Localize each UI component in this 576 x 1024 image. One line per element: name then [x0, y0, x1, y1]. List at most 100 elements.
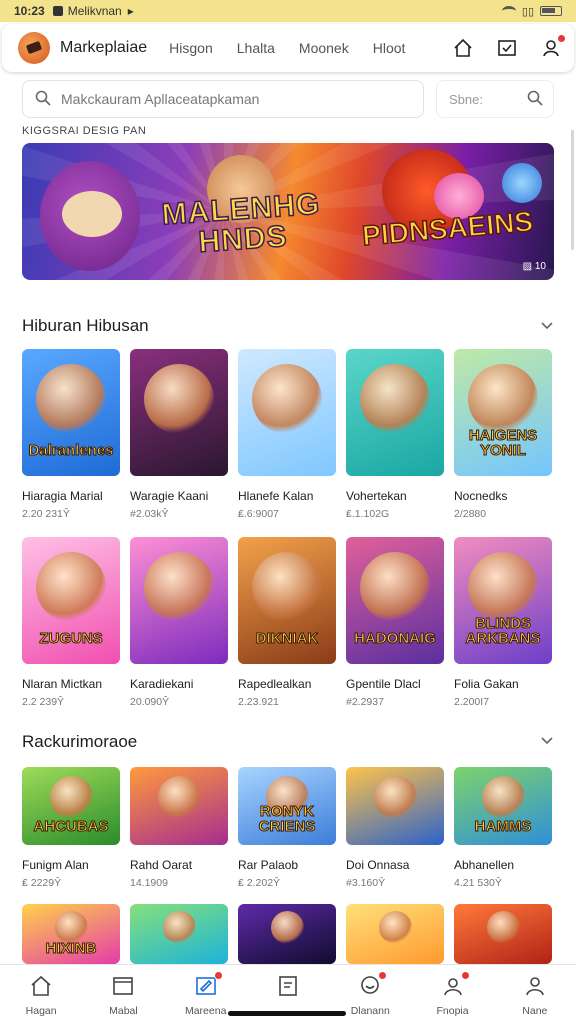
search-icon[interactable]: [527, 90, 543, 109]
search-input[interactable]: Makckauram Apllaceatapkaman: [22, 80, 424, 118]
app-logo[interactable]: [18, 32, 50, 64]
game-thumbnail[interactable]: [238, 904, 336, 964]
game-thumbnail[interactable]: Dalranlenes: [22, 349, 120, 476]
game-thumbnail[interactable]: [130, 767, 228, 845]
game-character-art: [252, 364, 322, 434]
game-thumbnail[interactable]: HAMMS: [454, 767, 552, 845]
game-name: Hlanefe Kalan: [238, 489, 314, 503]
game-character-art: [271, 911, 304, 944]
bottom-nav-item-mabal[interactable]: Mabal: [82, 965, 164, 1024]
nav-link-4[interactable]: Hloot: [373, 40, 406, 56]
game-card[interactable]: Doi Onnasa #3.160Ŷ: [346, 767, 444, 889]
game-meta: #2.2937: [346, 696, 384, 708]
game-thumbnail[interactable]: RONYK CRIENS: [238, 767, 336, 845]
game-character-art: [252, 552, 322, 622]
chevron-down-icon[interactable]: [540, 733, 554, 747]
game-card[interactable]: HADONAIG Gpentile Dlacl #2.2937: [346, 537, 444, 708]
game-thumbnail[interactable]: BLINDS ARKBANS: [454, 537, 552, 664]
game-thumbnail[interactable]: ZUGUNS: [22, 537, 120, 664]
game-card[interactable]: Karadiekani 20.090Ŷ: [130, 537, 228, 708]
game-thumbnail[interactable]: [130, 904, 228, 964]
game-card[interactable]: Vohertekan ₤.1.102G: [346, 349, 444, 520]
game-name: Gpentile Dlacl: [346, 677, 421, 691]
game-card[interactable]: HAMMS Abhanellen 4.21 530Ŷ: [454, 767, 552, 889]
chat-icon: [357, 971, 388, 999]
game-thumbnail[interactable]: HADONAIG: [346, 537, 444, 664]
game-thumbnail-title: AHCUBAS: [33, 818, 109, 835]
game-thumbnail[interactable]: [454, 904, 552, 964]
bottom-nav-item-hagan[interactable]: Hagan: [0, 965, 82, 1024]
featured-banner[interactable]: MALENHG HNDS PIDNSAEINS ▨ 10: [22, 143, 554, 280]
game-card[interactable]: ZUGUNS Nlaran Mictkan 2.2 239Ŷ: [22, 537, 120, 708]
game-name: Hiaragia Marial: [22, 489, 103, 503]
game-character-art: [360, 552, 430, 622]
bottom-nav-item-nane[interactable]: Nane: [494, 965, 576, 1024]
game-card[interactable]: DIKNIAK Rapedlealkan 2.23.921: [238, 537, 336, 708]
game-name: Rapedlealkan: [238, 677, 312, 691]
nav-link-1[interactable]: Hisgon: [169, 40, 213, 56]
nav-link-2[interactable]: Lhalta: [237, 40, 275, 56]
game-thumbnail-title: ZUGUNS: [39, 630, 103, 647]
game-thumbnail[interactable]: [346, 904, 444, 964]
game-card[interactable]: Rahd Oarat 14.1909: [130, 767, 228, 889]
game-meta: 20.090Ŷ: [130, 696, 170, 708]
game-thumbnail[interactable]: [346, 349, 444, 476]
game-name: Nlaran Mictkan: [22, 677, 103, 691]
game-character-art: [468, 364, 538, 434]
nav-link-3[interactable]: Moonek: [299, 40, 349, 56]
status-app-name: Melikvnan: [67, 4, 122, 18]
game-card[interactable]: Waragie Kaani #2.03kŶ: [130, 349, 228, 520]
game-meta: 2/2880: [454, 508, 487, 520]
game-card[interactable]: AHCUBAS Funigm Alan ₤ 2229Ŷ: [22, 767, 120, 889]
game-card[interactable]: Dalranlenes Hiaragia Marial 2.20 231Ŷ: [22, 349, 120, 520]
home-icon[interactable]: [452, 37, 474, 59]
game-thumbnail-title: HIXINB: [45, 940, 97, 957]
top-header: Markeplaiae Hisgon Lhalta Moonek Hloot: [2, 24, 574, 72]
home-indicator[interactable]: [228, 1011, 346, 1016]
game-grid-row-2: ZUGUNS Nlaran Mictkan 2.2 239Ŷ Karadiekani 2…: [22, 537, 554, 708]
notification-app-icon: [52, 6, 63, 16]
game-card[interactable]: BLINDS ARKBANS Folia Gakan 2.200I7: [454, 537, 552, 708]
game-thumbnail[interactable]: AHCUBAS: [22, 767, 120, 845]
game-meta: #2.03kŶ: [130, 508, 169, 520]
notification-badge: [213, 971, 223, 980]
section-title-rackuri: Rackurimoraoe: [22, 732, 138, 751]
game-thumbnail[interactable]: [130, 349, 228, 476]
game-name: Abhanellen: [454, 858, 515, 872]
game-thumbnail[interactable]: DIKNIAK: [238, 537, 336, 664]
game-meta: ₤.6:9007: [238, 508, 279, 520]
secondary-search-placeholder: Sbne:: [449, 91, 483, 107]
game-thumbnail[interactable]: [130, 537, 228, 664]
game-thumbnail[interactable]: HIXINB: [22, 904, 120, 964]
top-nav: Hisgon Lhalta Moonek Hloot: [169, 40, 405, 56]
game-thumbnail[interactable]: [346, 767, 444, 845]
game-name: Nocnedks: [454, 489, 508, 503]
game-meta: 2.20 231Ŷ: [22, 508, 70, 520]
game-meta: 2.200I7: [454, 696, 490, 708]
chevron-down-icon[interactable]: [540, 318, 554, 332]
game-thumbnail-title: RONYK CRIENS: [258, 803, 316, 835]
status-time: 10:23: [14, 4, 45, 18]
inbox-icon[interactable]: [496, 37, 518, 59]
game-thumbnail[interactable]: [238, 349, 336, 476]
game-character-art: [374, 776, 417, 819]
game-thumbnail[interactable]: HAIGENS YONIL: [454, 349, 552, 476]
play-icon: ▸: [127, 4, 134, 18]
game-card[interactable]: RONYK CRIENS Rar Palaob ₤ 2.202Ŷ: [238, 767, 336, 889]
user-icon[interactable]: [540, 34, 566, 59]
game-character-art: [36, 364, 106, 434]
secondary-search-input[interactable]: Sbne:: [436, 80, 554, 118]
game-name: Vohertekan: [346, 489, 407, 503]
scrollbar[interactable]: [571, 130, 574, 250]
app-screen: 10:23 Melikvnan ▸ ▯▯ Markeplaiae Hisgon …: [0, 0, 576, 1024]
game-card[interactable]: HAIGENS YONIL Nocnedks 2/2880: [454, 349, 552, 520]
edit-icon: [193, 971, 223, 999]
game-name: Rar Palaob: [238, 858, 299, 872]
notification-badge: [378, 971, 388, 980]
game-character-art: [360, 364, 430, 434]
banner-character-dog-face: [62, 191, 122, 237]
bottom-nav-item-fnopia[interactable]: Fnopia: [411, 965, 493, 1024]
brand-name: Markeplaiae: [60, 39, 148, 56]
game-card[interactable]: Hlanefe Kalan ₤.6:9007: [238, 349, 336, 520]
notification-badge: [460, 971, 470, 980]
